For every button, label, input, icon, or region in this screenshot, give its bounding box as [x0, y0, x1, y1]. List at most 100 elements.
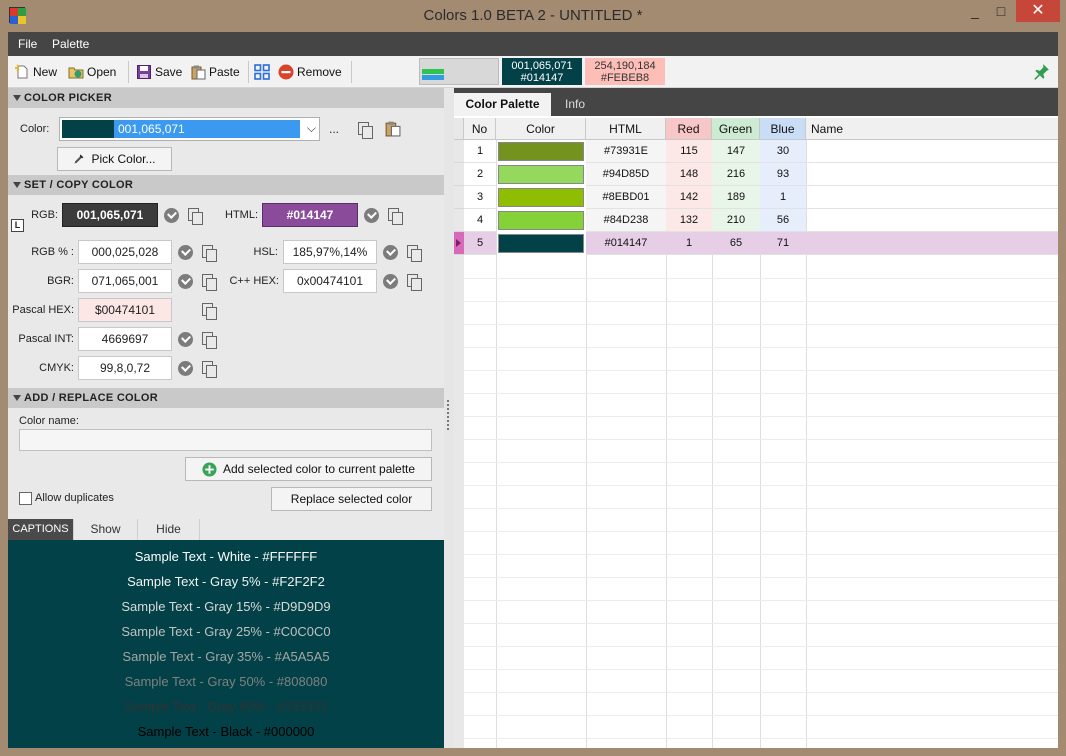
tab-show[interactable]: Show	[74, 519, 138, 540]
column-header-red[interactable]: Red	[666, 118, 712, 140]
cell-color-swatch	[498, 211, 584, 230]
column-header-no[interactable]: No	[464, 118, 496, 140]
lock-badge[interactable]: L	[11, 219, 24, 232]
tab-captions[interactable]: CAPTIONS	[8, 519, 74, 540]
tab-color-palette[interactable]: Color Palette	[454, 93, 551, 116]
column-header-green[interactable]: Green	[712, 118, 760, 140]
palette-tab-strip: Color Palette Info	[454, 88, 1058, 116]
html-label: HTML:	[225, 209, 258, 221]
paste-button[interactable]: Paste	[190, 62, 240, 82]
cpp-hex-field[interactable]: 0x00474101	[283, 269, 377, 293]
copy-bgr-icon[interactable]	[202, 274, 217, 291]
replace-color-button[interactable]: Replace selected color	[271, 487, 432, 511]
menu-file[interactable]: File	[18, 37, 37, 51]
html-field[interactable]: #014147	[262, 203, 358, 227]
apply-rgb-percent-icon[interactable]	[178, 245, 193, 260]
paste-clipboard-icon	[191, 65, 206, 80]
column-header-name[interactable]: Name	[806, 118, 1058, 140]
new-button[interactable]: New	[14, 62, 57, 82]
pascal-int-label: Pascal INT:	[18, 333, 74, 345]
copy-rgb-percent-icon[interactable]	[202, 245, 217, 262]
row-selector[interactable]	[454, 186, 464, 209]
panel-splitter[interactable]	[444, 88, 454, 748]
hsl-field[interactable]: 185,97%,14%	[283, 240, 377, 264]
remove-button[interactable]: Remove	[278, 62, 342, 82]
rgb-percent-field[interactable]: 000,025,028	[78, 240, 172, 264]
apply-html-icon[interactable]	[364, 208, 379, 223]
maximize-button[interactable]: □	[988, 0, 1014, 22]
allow-duplicates-checkbox[interactable]	[19, 492, 32, 505]
cell-green: 189	[712, 186, 760, 209]
add-color-button[interactable]: Add selected color to current palette	[185, 457, 432, 481]
row-selector[interactable]	[454, 232, 464, 255]
grid-view-button[interactable]	[254, 62, 270, 82]
tab-info[interactable]: Info	[551, 93, 599, 116]
bgr-label: BGR:	[47, 275, 74, 287]
right-panel: Color Palette Info No Color HTML Red Gre…	[454, 88, 1058, 748]
apply-cmyk-icon[interactable]	[178, 361, 193, 376]
cell-red: 1	[666, 232, 712, 255]
pascal-hex-field[interactable]: $00474101	[78, 298, 172, 322]
row-selector[interactable]	[454, 209, 464, 232]
chevron-down-icon[interactable]: ⌵	[307, 121, 316, 136]
apply-rgb-icon[interactable]	[164, 208, 179, 223]
minimize-button[interactable]: _	[960, 0, 990, 22]
more-options-button[interactable]: ...	[329, 122, 339, 136]
add-replace-header[interactable]: ADD / REPLACE COLOR	[8, 388, 444, 408]
row-selector[interactable]	[454, 163, 464, 186]
close-button[interactable]: ✕	[1016, 0, 1060, 22]
cell-no: 3	[464, 186, 496, 209]
tab-hide[interactable]: Hide	[138, 519, 200, 540]
column-header-html[interactable]: HTML	[586, 118, 666, 140]
cell-red: 115	[666, 140, 712, 163]
sample-text: Sample Text - Black - #000000	[137, 724, 315, 739]
rgb-label: RGB:	[31, 209, 58, 221]
pick-color-button[interactable]: Pick Color...	[57, 147, 172, 171]
copy-cmyk-icon[interactable]	[202, 361, 217, 378]
bgr-field[interactable]: 071,065,001	[78, 269, 172, 293]
pascal-int-field[interactable]: 4669697	[78, 327, 172, 351]
paste-color-icon[interactable]	[384, 120, 401, 137]
copy-pascal-int-icon[interactable]	[202, 332, 217, 349]
grid-line	[464, 577, 1058, 578]
copy-cpp-hex-icon[interactable]	[407, 274, 422, 291]
hsl-label: HSL:	[253, 246, 278, 258]
cell-html: #73931E	[586, 140, 666, 163]
allow-duplicates-label[interactable]: Allow duplicates	[35, 492, 114, 504]
grid-icon	[254, 64, 270, 80]
set-copy-header[interactable]: SET / COPY COLOR	[8, 175, 444, 195]
cell-html: #8EBD01	[586, 186, 666, 209]
apply-cpp-hex-icon[interactable]	[383, 274, 398, 289]
color-select-highlight: 001,065,071	[62, 120, 300, 138]
color-picker-header[interactable]: COLOR PICKER	[8, 88, 444, 108]
pin-icon[interactable]	[1032, 63, 1050, 81]
current-color-chip[interactable]: 001,065,071 #014147	[502, 58, 582, 85]
copy-color-icon[interactable]	[358, 122, 373, 139]
row-selector[interactable]	[454, 140, 464, 163]
column-header-color[interactable]: Color	[496, 118, 586, 140]
color-name-input[interactable]	[19, 429, 432, 451]
color-select[interactable]: 001,065,071 ⌵	[59, 117, 320, 141]
copy-pascal-hex-icon[interactable]	[202, 303, 217, 320]
grid-line	[464, 531, 1058, 532]
column-header-blue[interactable]: Blue	[760, 118, 806, 140]
cell-no: 5	[464, 232, 496, 255]
cell-name	[806, 209, 1058, 232]
cell-html: #014147	[586, 232, 666, 255]
cell-green: 216	[712, 163, 760, 186]
rgb-field[interactable]: 001,065,071	[62, 203, 158, 227]
current-chip-html: #014147	[520, 72, 564, 84]
cmyk-field[interactable]: 99,8,0,72	[78, 356, 172, 380]
copy-rgb-icon[interactable]	[188, 208, 203, 225]
copy-html-icon[interactable]	[388, 208, 403, 225]
previous-color-chip[interactable]: 254,190,184 #FEBEB8	[585, 58, 665, 85]
menu-palette[interactable]: Palette	[52, 37, 89, 51]
grid-line	[464, 692, 1058, 693]
apply-hsl-icon[interactable]	[383, 245, 398, 260]
apply-pascal-int-icon[interactable]	[178, 332, 193, 347]
menu-bar: File Palette	[8, 32, 1058, 56]
copy-hsl-icon[interactable]	[407, 245, 422, 262]
open-button[interactable]: Open	[68, 62, 116, 82]
save-button[interactable]: Save	[136, 62, 182, 82]
apply-bgr-icon[interactable]	[178, 274, 193, 289]
